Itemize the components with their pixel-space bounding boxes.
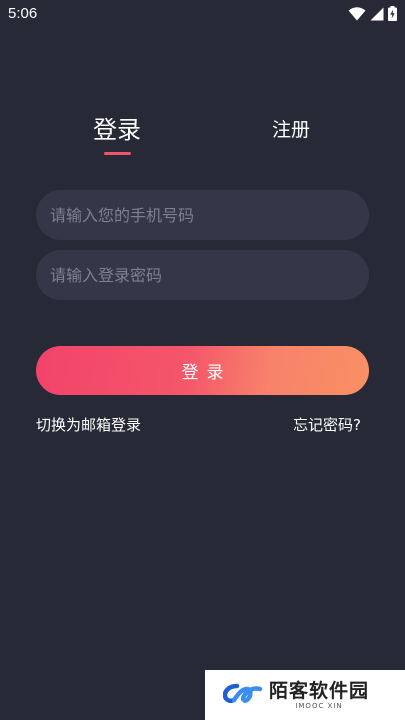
wifi-icon (348, 6, 366, 21)
phone-input[interactable] (50, 190, 355, 240)
tab-login-label: 登录 (93, 116, 141, 144)
status-time: 5:06 (8, 5, 38, 22)
signal-icon (370, 7, 384, 21)
phone-field (36, 190, 369, 240)
tab-login[interactable]: 登录 (93, 110, 143, 160)
watermark-name: 陌客软件园 (269, 679, 370, 702)
auth-tabs: 登录 注册 (0, 110, 405, 160)
forgot-password-link[interactable]: 忘记密码? (293, 414, 361, 435)
password-field (36, 250, 369, 300)
login-button[interactable]: 登录 (36, 346, 369, 395)
tab-register[interactable]: 注册 (272, 110, 317, 160)
battery-charging-icon (388, 6, 397, 21)
tab-register-label: 注册 (272, 119, 311, 141)
watermark-text: 陌客软件园 IMOOC XIN (269, 680, 369, 711)
watermark-logo-icon (222, 681, 263, 709)
switch-email-login-link[interactable]: 切换为邮箱登录 (36, 414, 141, 435)
watermark-sub: IMOOC XIN (295, 701, 343, 710)
watermark: 陌客软件园 IMOOC XIN (205, 670, 405, 720)
tab-active-indicator (104, 152, 131, 155)
status-bar: 5:06 (0, 0, 405, 28)
password-input[interactable] (50, 250, 355, 300)
status-icons (348, 6, 397, 21)
